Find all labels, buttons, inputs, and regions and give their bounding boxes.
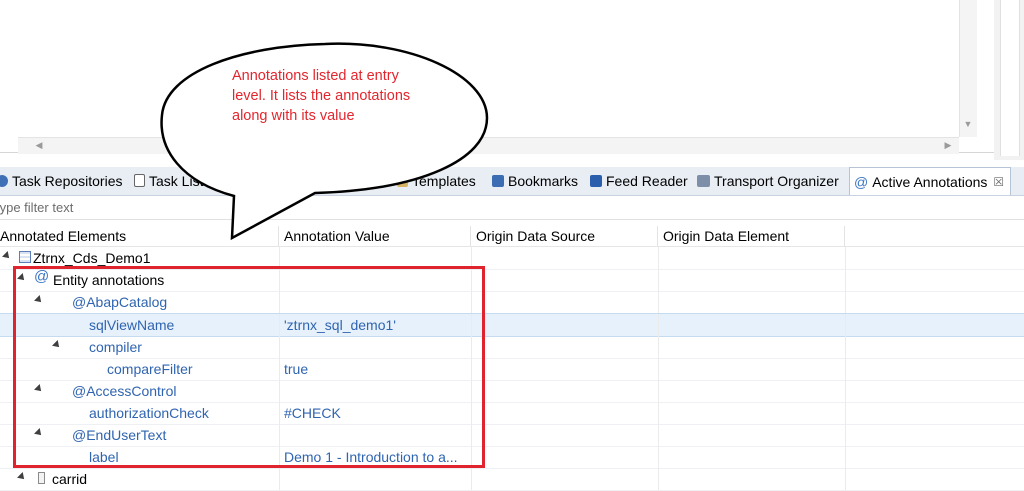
tree-item-label: sqlViewName (89, 317, 175, 333)
expand-triangle-icon[interactable] (34, 295, 44, 305)
editor-area[interactable] (0, 0, 994, 153)
transport-organizer-icon (697, 174, 710, 187)
column-header-annotation-value[interactable]: Annotation Value (280, 226, 471, 246)
callout-text: Annotations listed at entry level. It li… (232, 66, 452, 126)
at-icon: @ (854, 173, 869, 190)
tree-item-label: authorizationCheck (89, 405, 209, 421)
tree-item-label: @AbapCatalog (72, 294, 168, 310)
scroll-right-arrow-icon[interactable]: ▶ (942, 139, 954, 151)
tree-item-label: Ztrnx_Cds_Demo1 (33, 250, 151, 266)
table-row[interactable]: carrid (0, 468, 1024, 491)
editor-vertical-scrollbar[interactable] (959, 0, 977, 137)
expand-triangle-icon[interactable] (2, 251, 12, 261)
table-row[interactable]: @EndUserText (0, 424, 1024, 447)
table-row[interactable]: @AbapCatalog (0, 291, 1024, 314)
task-repositories-icon (0, 174, 8, 187)
tree-item-label: @EndUserText (72, 427, 167, 443)
annotation-value: Demo 1 - Introduction to a... (284, 449, 458, 465)
callout-line: along with its value (232, 108, 355, 124)
bookmarks-icon (492, 174, 504, 187)
annotation-value: true (284, 361, 309, 377)
tab-label: Bookmarks (508, 172, 579, 189)
tab-task-repositories[interactable]: Task Repositories (0, 167, 123, 194)
editor-right-margin (994, 0, 1024, 160)
at-icon: @ (34, 268, 50, 285)
column-headers: Annotated Elements Annotation Value Orig… (0, 226, 1024, 247)
table-row[interactable]: label Demo 1 - Introduction to a... (0, 446, 1024, 469)
tab-task-list[interactable]: Task List (134, 167, 203, 194)
table-row[interactable]: Ztrnx_Cds_Demo1 (0, 247, 1024, 270)
column-header-origin-data-element[interactable]: Origin Data Element (659, 226, 845, 246)
tab-feed-reader[interactable]: Feed Reader (590, 167, 688, 194)
expand-triangle-icon[interactable] (34, 428, 44, 438)
tree-item-label: compareFilter (107, 361, 193, 377)
annotation-value: 'ztrnx_sql_demo1' (284, 317, 396, 333)
callout-line: level. It lists the annotations (232, 88, 411, 104)
templates-icon (397, 174, 408, 187)
editor-horizontal-scrollbar[interactable] (18, 137, 959, 154)
expand-triangle-icon[interactable] (34, 384, 44, 394)
table-row[interactable]: authorizationCheck #CHECK (0, 402, 1024, 425)
annotation-value: #CHECK (284, 405, 341, 421)
close-icon[interactable]: ☒ (993, 175, 1004, 189)
view-tab-bar: Task Repositories Task List Problems Pro… (0, 167, 1024, 196)
tab-label: Properties (319, 172, 383, 189)
tree-item-label: carrid (52, 471, 88, 487)
tree-item-label: Entity annotations (53, 272, 165, 288)
tab-label: Task List (149, 172, 204, 189)
scroll-left-arrow-icon[interactable]: ◀ (33, 139, 45, 151)
feed-reader-icon (590, 174, 602, 187)
tab-problems[interactable]: Problems (214, 167, 289, 194)
tab-templates[interactable]: Templates (397, 167, 476, 194)
table-row[interactable]: compiler (0, 336, 1024, 359)
filter-bar (0, 197, 1024, 220)
tab-label: Problems (230, 172, 290, 189)
scroll-down-arrow-icon[interactable]: ▼ (962, 118, 974, 130)
tree-item-label: compiler (89, 339, 142, 355)
table-row[interactable]: @AccessControl (0, 380, 1024, 403)
table-row[interactable]: @ Entity annotations (0, 268, 1024, 292)
tab-label: Active Annotations (872, 173, 988, 190)
problems-icon (214, 174, 226, 187)
properties-icon (302, 174, 315, 187)
tab-active-annotations[interactable]: @ Active Annotations ☒ (849, 167, 1012, 195)
tab-label: Templates (412, 172, 476, 189)
table-icon (19, 251, 31, 263)
tab-label: Transport Organizer (714, 172, 839, 189)
task-list-icon (134, 174, 145, 187)
tab-label: Task Repositories (12, 172, 123, 189)
tree-item-label: label (89, 449, 119, 465)
table-row[interactable]: compareFilter true (0, 358, 1024, 381)
expand-triangle-icon[interactable] (17, 273, 27, 283)
table-row-selected[interactable]: sqlViewName 'ztrnx_sql_demo1' (0, 313, 1024, 337)
tab-properties[interactable]: Properties (302, 167, 383, 194)
tab-transport-organizer[interactable]: Transport Organizer (697, 167, 839, 194)
filter-input[interactable] (0, 197, 996, 218)
expand-triangle-icon[interactable] (17, 472, 27, 482)
tab-label: Feed Reader (606, 172, 688, 189)
tab-bookmarks[interactable]: Bookmarks (492, 167, 578, 194)
callout-line: Annotations listed at entry (232, 68, 399, 84)
field-icon (38, 472, 45, 484)
expand-triangle-icon[interactable] (52, 340, 62, 350)
column-header-annotated-elements[interactable]: Annotated Elements (0, 226, 279, 246)
tree-item-label: @AccessControl (72, 383, 177, 399)
column-header-origin-data-source[interactable]: Origin Data Source (472, 226, 658, 246)
